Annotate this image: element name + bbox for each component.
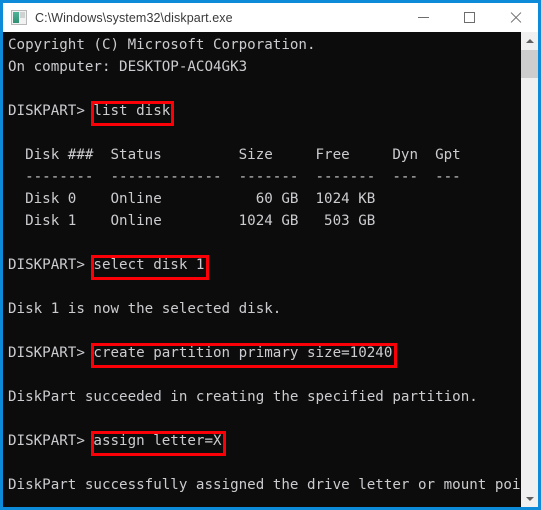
console-output-area[interactable]: Copyright (C) Microsoft Corporation. On … [3, 32, 521, 507]
console-window-icon [11, 10, 27, 25]
diskpart-window: C:\Windows\system32\diskpart.exe Copyrig… [0, 0, 541, 510]
title-bar[interactable]: C:\Windows\system32\diskpart.exe [3, 3, 538, 32]
console-text: Copyright (C) Microsoft Corporation. On … [8, 37, 521, 493]
scroll-down-icon [525, 496, 534, 501]
close-icon [509, 11, 522, 24]
minimize-button[interactable] [400, 3, 446, 32]
scroll-down-button[interactable] [521, 490, 538, 507]
window-title: C:\Windows\system32\diskpart.exe [35, 10, 233, 25]
scroll-up-button[interactable] [521, 32, 538, 49]
minimize-icon [417, 17, 429, 18]
scrollbar-thumb[interactable] [521, 50, 538, 78]
maximize-button[interactable] [446, 3, 492, 32]
scroll-up-icon [525, 38, 534, 43]
console-scrollbar[interactable] [521, 32, 538, 507]
window-controls [400, 3, 538, 32]
close-button[interactable] [492, 3, 538, 32]
maximize-icon [463, 12, 475, 23]
